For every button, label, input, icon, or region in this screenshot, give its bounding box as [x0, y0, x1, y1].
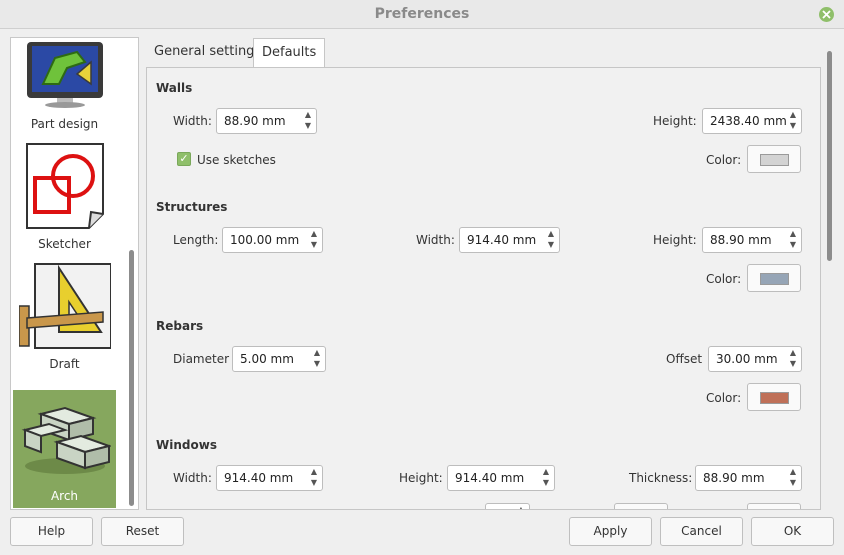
spin-up-icon[interactable]: ▲ — [517, 506, 525, 510]
apply-button[interactable]: Apply — [569, 517, 652, 546]
rebars-diameter-value: 5.00 mm — [240, 352, 294, 366]
walls-height-value: 2438.40 mm — [710, 114, 787, 128]
cancel-button[interactable]: Cancel — [660, 517, 743, 546]
walls-section-title: Walls — [156, 81, 193, 95]
rebars-offset-label: Offset — [666, 352, 703, 366]
walls-width-label: Width: — [173, 114, 212, 128]
spin-up-icon[interactable]: ▲ — [304, 111, 312, 119]
category-item-arch[interactable]: Arch — [13, 390, 116, 508]
spin-down-icon[interactable]: ▼ — [310, 479, 318, 487]
category-label: Sketcher — [38, 237, 91, 251]
spin-up-icon[interactable]: ▲ — [789, 349, 797, 357]
rebars-section-title: Rebars — [156, 319, 204, 333]
windows-extra-button[interactable] — [614, 503, 668, 509]
structures-width-label: Width: — [416, 233, 455, 247]
sketcher-icon — [26, 143, 104, 229]
close-button[interactable] — [819, 7, 834, 22]
windows-thickness-value: 88.90 mm — [703, 471, 765, 485]
windows-extra-field[interactable]: ▲ — [485, 503, 530, 510]
category-item-part-design[interactable]: Part design — [13, 38, 116, 136]
windows-thickness-field[interactable]: 88.90 mm ▲ ▼ — [695, 465, 802, 491]
structures-color-label: Color: — [706, 272, 742, 286]
structures-length-value: 100.00 mm — [230, 233, 300, 247]
reset-button[interactable]: Reset — [101, 517, 184, 546]
title-bar: Preferences — [0, 0, 844, 29]
rebars-offset-field[interactable]: 30.00 mm ▲ ▼ — [708, 346, 802, 372]
structures-color-swatch — [760, 273, 789, 285]
part-design-icon — [27, 42, 103, 108]
spin-down-icon[interactable]: ▼ — [542, 479, 550, 487]
category-scrollbar[interactable] — [129, 250, 134, 506]
ok-button[interactable]: OK — [751, 517, 834, 546]
structures-height-field[interactable]: 88.90 mm ▲ ▼ — [702, 227, 802, 253]
spin-down-icon[interactable]: ▼ — [789, 241, 797, 249]
category-list[interactable]: Part design Sketcher Draft Arch — [10, 37, 139, 510]
use-sketches-checkbox[interactable]: ✓ — [177, 152, 191, 166]
windows-section-title: Windows — [156, 438, 217, 452]
category-item-sketcher[interactable]: Sketcher — [13, 138, 116, 256]
structures-section-title: Structures — [156, 200, 228, 214]
windows-height-label: Height: — [399, 471, 443, 485]
tab-defaults[interactable]: Defaults — [253, 38, 326, 68]
structures-color-button[interactable] — [747, 264, 801, 292]
rebars-offset-value: 30.00 mm — [716, 352, 778, 366]
windows-height-value: 914.40 mm — [455, 471, 525, 485]
spin-up-icon[interactable]: ▲ — [310, 468, 318, 476]
spin-down-icon[interactable]: ▼ — [789, 360, 797, 368]
rebars-color-label: Color: — [706, 391, 742, 405]
walls-height-field[interactable]: 2438.40 mm ▲ ▼ — [702, 108, 802, 134]
windows-width-value: 914.40 mm — [224, 471, 294, 485]
arch-icon — [21, 406, 111, 474]
windows-thickness-label: Thickness: — [629, 471, 693, 485]
spin-down-icon[interactable]: ▼ — [789, 122, 797, 130]
defaults-panel: Walls Width: 88.90 mm ▲ ▼ Height: 2438.40… — [146, 67, 821, 510]
window-title: Preferences — [374, 6, 470, 22]
draft-icon — [19, 263, 111, 349]
panel-scrollbar[interactable] — [826, 37, 834, 510]
windows-height-field[interactable]: 914.40 mm ▲ ▼ — [447, 465, 555, 491]
walls-color-swatch — [760, 154, 789, 166]
category-label: Draft — [49, 357, 80, 371]
help-button[interactable]: Help — [10, 517, 93, 546]
windows-width-field[interactable]: 914.40 mm ▲ ▼ — [216, 465, 323, 491]
structures-length-field[interactable]: 100.00 mm ▲ ▼ — [222, 227, 323, 253]
walls-width-field[interactable]: 88.90 mm ▲ ▼ — [216, 108, 317, 134]
spin-up-icon[interactable]: ▲ — [310, 230, 318, 238]
structures-height-label: Height: — [653, 233, 697, 247]
spin-down-icon[interactable]: ▼ — [789, 479, 797, 487]
rebars-color-button[interactable] — [747, 383, 801, 411]
structures-height-value: 88.90 mm — [710, 233, 772, 247]
windows-extra-color-button[interactable] — [747, 503, 801, 509]
walls-height-label: Height: — [653, 114, 697, 128]
windows-width-label: Width: — [173, 471, 212, 485]
spin-up-icon[interactable]: ▲ — [542, 468, 550, 476]
walls-color-button[interactable] — [747, 145, 801, 173]
structures-width-field[interactable]: 914.40 mm ▲ ▼ — [459, 227, 560, 253]
rebars-diameter-label: Diameter — [173, 352, 230, 366]
spin-down-icon[interactable]: ▼ — [547, 241, 555, 249]
spin-up-icon[interactable]: ▲ — [547, 230, 555, 238]
spin-down-icon[interactable]: ▼ — [310, 241, 318, 249]
spin-up-icon[interactable]: ▲ — [789, 111, 797, 119]
spin-up-icon[interactable]: ▲ — [789, 230, 797, 238]
spin-down-icon[interactable]: ▼ — [304, 122, 312, 130]
close-icon — [822, 10, 831, 19]
spin-down-icon[interactable]: ▼ — [313, 360, 321, 368]
panel-scrollbar-thumb[interactable] — [827, 51, 832, 261]
category-label: Part design — [30, 117, 99, 131]
walls-color-label: Color: — [706, 153, 742, 167]
spin-up-icon[interactable]: ▲ — [789, 468, 797, 476]
structures-length-label: Length: — [173, 233, 219, 247]
tab-general-settings[interactable]: General settings — [146, 38, 269, 68]
rebars-diameter-field[interactable]: 5.00 mm ▲ ▼ — [232, 346, 326, 372]
category-item-draft[interactable]: Draft — [13, 258, 116, 376]
spin-up-icon[interactable]: ▲ — [313, 349, 321, 357]
rebars-color-swatch — [760, 392, 789, 404]
structures-width-value: 914.40 mm — [467, 233, 537, 247]
walls-width-value: 88.90 mm — [224, 114, 286, 128]
category-label: Arch — [50, 489, 79, 503]
use-sketches-label: Use sketches — [197, 153, 276, 167]
